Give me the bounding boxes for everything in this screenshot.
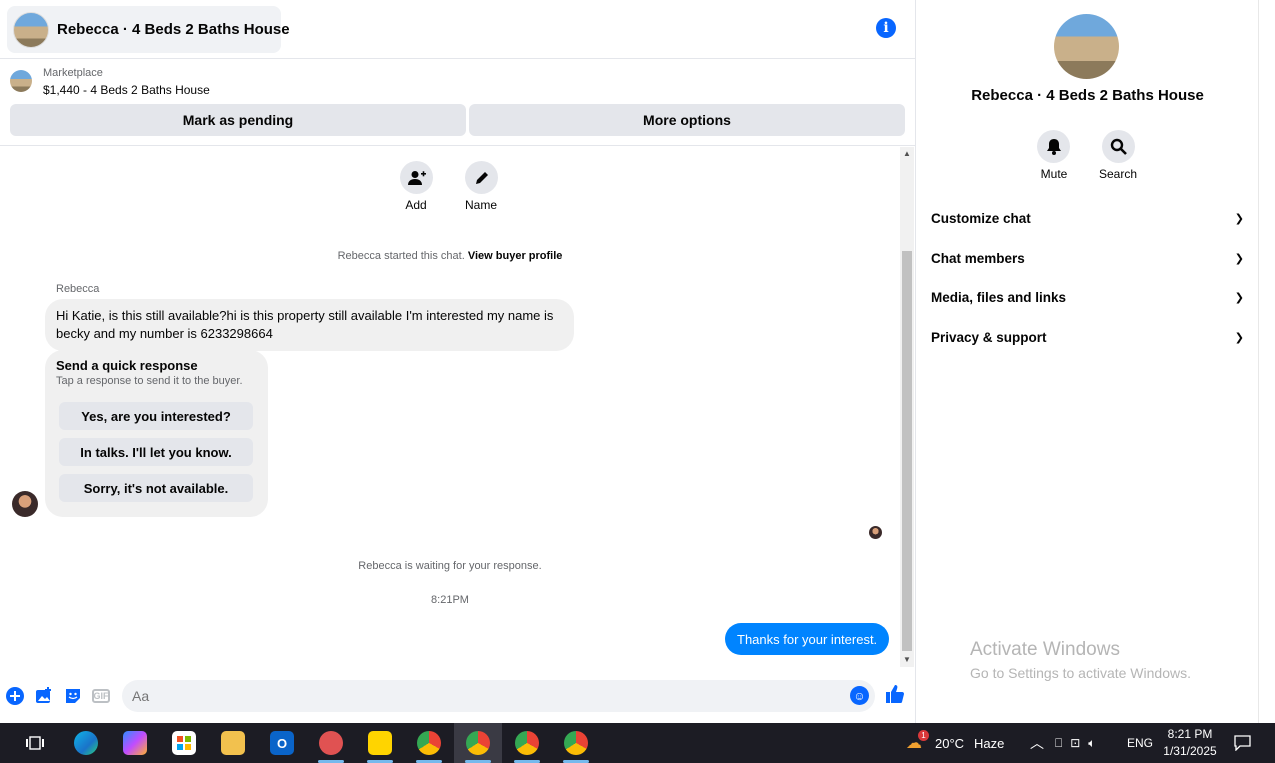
listing-source: Marketplace xyxy=(43,67,103,79)
plus-icon[interactable] xyxy=(5,686,25,706)
message-timestamp: 8:21PM xyxy=(431,594,469,606)
info-icon[interactable]: i xyxy=(876,18,896,38)
message-list: Add Name Rebecca started this chat. View… xyxy=(0,147,900,667)
watermark-title: Activate Windows xyxy=(970,639,1120,660)
volume-icon[interactable]: 🔈︎ xyxy=(1088,736,1095,751)
network-icon[interactable]: ⊡ xyxy=(1070,736,1080,750)
chevron-down-icon: ❯ xyxy=(1234,291,1244,304)
chrome-icon[interactable] xyxy=(417,731,441,755)
messenger-window: Rebecca · 4 Beds 2 Baths House i Marketp… xyxy=(0,0,1275,723)
quick-response-option[interactable]: Sorry, it's not available. xyxy=(59,474,253,502)
listing-photo[interactable] xyxy=(1054,14,1119,79)
store-icon[interactable] xyxy=(172,731,196,755)
scroll-down-arrow-icon[interactable]: ▼ xyxy=(903,655,911,664)
incoming-message: Hi Katie, is this still available?hi is … xyxy=(45,299,574,351)
clock-date: 1/31/2025 xyxy=(1163,744,1217,758)
copilot-icon[interactable] xyxy=(123,731,147,755)
clock[interactable]: 8:21 PM 1/31/2025 xyxy=(1158,726,1222,760)
chat-started-notice: Rebecca started this chat. View buyer pr… xyxy=(0,250,900,262)
edge-browser-icon[interactable] xyxy=(74,731,98,755)
sender-avatar[interactable] xyxy=(12,491,38,517)
chrome-profile-icon[interactable] xyxy=(564,731,588,755)
chat-header: Rebecca · 4 Beds 2 Baths House i xyxy=(0,0,916,59)
mark-as-pending-button[interactable]: Mark as pending xyxy=(10,104,466,136)
outgoing-message: Thanks for your interest. xyxy=(725,623,890,655)
chevron-down-icon: ❯ xyxy=(1234,331,1244,344)
accordion-label: Customize chat xyxy=(931,210,1031,226)
file-explorer-icon[interactable] xyxy=(221,731,245,755)
listing-avatar xyxy=(13,11,49,48)
outlook-icon[interactable]: O xyxy=(270,731,294,755)
thumbs-up-icon[interactable] xyxy=(885,684,905,710)
quick-response-card: Send a quick response Tap a response to … xyxy=(45,350,268,517)
accordion-chat-members[interactable]: Chat members ❯ xyxy=(931,243,1244,273)
sender-name: Rebecca xyxy=(56,283,100,295)
details-panel: Rebecca · 4 Beds 2 Baths House Mute Sear… xyxy=(917,0,1258,723)
accordion-privacy-support[interactable]: Privacy & support ❯ xyxy=(931,322,1244,352)
add-person-icon[interactable] xyxy=(400,161,433,194)
search-icon[interactable] xyxy=(1102,130,1135,163)
chevron-down-icon: ❯ xyxy=(1234,212,1244,225)
waiting-notice: Rebecca is waiting for your response. xyxy=(358,560,542,572)
quick-response-title: Send a quick response xyxy=(56,358,198,373)
accordion-label: Media, files and links xyxy=(931,289,1067,305)
gif-icon[interactable]: GIF xyxy=(92,689,110,703)
search-label: Search xyxy=(1098,167,1138,181)
page-scrollbar[interactable] xyxy=(1258,0,1275,723)
clock-time: 8:21 PM xyxy=(1167,727,1213,741)
message-input[interactable] xyxy=(122,680,875,712)
add-label: Add xyxy=(405,198,427,212)
sticker-icon[interactable] xyxy=(63,686,83,706)
pencil-icon[interactable] xyxy=(465,161,498,194)
notification-badge: 1 xyxy=(918,729,929,741)
accordion-label: Privacy & support xyxy=(931,329,1047,345)
view-buyer-profile-link[interactable]: View buyer profile xyxy=(468,250,563,262)
listing-title[interactable]: $1,440 - 4 Beds 2 Baths House xyxy=(43,83,210,97)
seen-indicator-avatar xyxy=(869,526,882,539)
conversation-pane: Rebecca · 4 Beds 2 Baths House i Marketp… xyxy=(0,0,916,723)
task-view-icon[interactable] xyxy=(23,731,47,755)
watermark-subtitle: Go to Settings to activate Windows. xyxy=(970,665,1191,681)
quick-response-subtitle: Tap a response to send it to the buyer. xyxy=(56,375,243,387)
chrome-profile-icon[interactable] xyxy=(466,731,490,755)
windows-taskbar: O ☁ 1 20°C Haze ︿ ⎕ ⊡ 🔈︎ ENG 8:21 PM 1/3… xyxy=(0,723,1275,763)
message-scrollbar[interactable]: ▲ ▼ xyxy=(900,147,914,667)
accordion-label: Chat members xyxy=(931,250,1025,266)
chevron-up-icon[interactable]: ︿ xyxy=(1030,723,1044,763)
more-options-button[interactable]: More options xyxy=(469,104,905,136)
quick-response-option[interactable]: Yes, are you interested? xyxy=(59,402,253,430)
sticky-notes-icon[interactable] xyxy=(368,731,392,755)
conversation-title: Rebecca · 4 Beds 2 Baths House xyxy=(57,21,290,38)
notifications-icon[interactable] xyxy=(1234,723,1251,763)
temperature: 20°C xyxy=(935,735,965,751)
language-indicator[interactable]: ENG xyxy=(1127,723,1153,763)
panel-title: Rebecca · 4 Beds 2 Baths House xyxy=(971,87,1204,104)
paint-icon[interactable] xyxy=(319,731,343,755)
weather-widget[interactable]: ☁ 1 20°C Haze xyxy=(906,723,1004,763)
meet-now-icon[interactable]: ⎕ xyxy=(1055,736,1062,751)
scroll-up-arrow-icon[interactable]: ▲ xyxy=(903,149,911,158)
composer-bar: GIF ☺ xyxy=(0,678,916,714)
listing-thumbnail[interactable] xyxy=(10,70,32,92)
chat-started-text: Rebecca started this chat. xyxy=(337,250,465,262)
system-tray-icons[interactable]: ⎕ ⊡ 🔈︎ xyxy=(1055,723,1095,763)
bell-icon[interactable] xyxy=(1037,130,1070,163)
chevron-down-icon: ❯ xyxy=(1234,252,1244,265)
accordion-media-files-links[interactable]: Media, files and links ❯ xyxy=(931,282,1244,312)
chrome-profile-icon[interactable] xyxy=(515,731,539,755)
emoji-icon[interactable]: ☺ xyxy=(850,686,869,705)
weather-condition: Haze xyxy=(974,735,1005,751)
conversation-title-button[interactable]: Rebecca · 4 Beds 2 Baths House xyxy=(7,6,290,53)
quick-response-option[interactable]: In talks. I'll let you know. xyxy=(59,438,253,466)
scroll-thumb[interactable] xyxy=(902,251,912,651)
mute-label: Mute xyxy=(1040,167,1068,181)
listing-banner: Marketplace $1,440 - 4 Beds 2 Baths Hous… xyxy=(0,60,916,146)
activate-windows-watermark: Activate Windows Go to Settings to activ… xyxy=(970,639,1191,681)
accordion-customize-chat[interactable]: Customize chat ❯ xyxy=(931,203,1244,233)
photo-icon[interactable] xyxy=(34,686,54,706)
name-label: Name xyxy=(464,198,497,212)
